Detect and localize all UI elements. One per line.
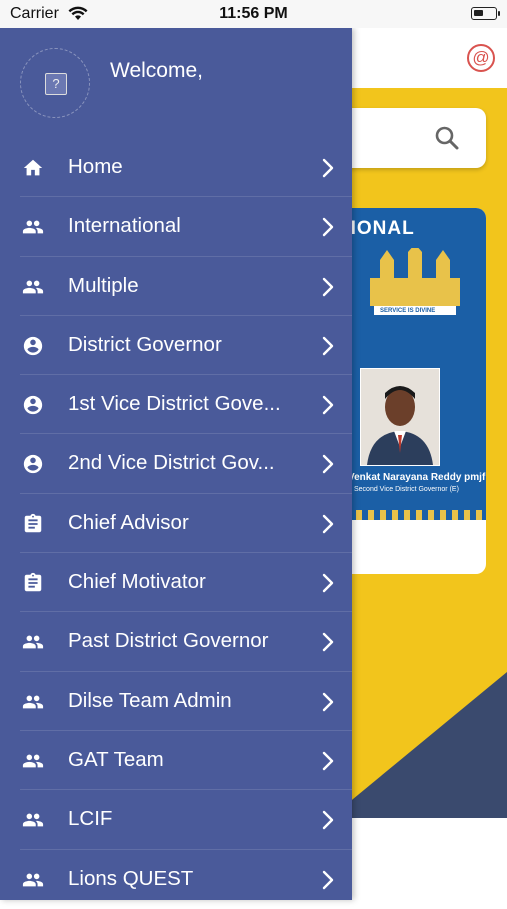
clock: 11:56 PM bbox=[219, 5, 288, 22]
drawer-header: ? Welcome, bbox=[0, 28, 352, 138]
menu-item-label: Multiple bbox=[68, 273, 139, 297]
avatar[interactable]: ? bbox=[20, 48, 90, 118]
chevron-right-icon bbox=[322, 454, 334, 479]
menu-item-label: LCIF bbox=[68, 807, 113, 831]
menu-item-chief-advisor[interactable]: Chief Advisor bbox=[0, 494, 352, 554]
menu-item-label: Chief Motivator bbox=[68, 570, 206, 594]
menu-item-label: International bbox=[68, 214, 181, 238]
account-circle-icon bbox=[22, 394, 44, 416]
status-bar: Carrier 11:56 PM bbox=[0, 0, 507, 28]
chevron-right-icon bbox=[322, 158, 334, 183]
account-circle-icon bbox=[22, 453, 44, 475]
drawer-menu: Home International Multiple District Govern… bbox=[0, 138, 352, 909]
navigation-drawer: ? Welcome, Home International Multiple Dist… bbox=[0, 28, 352, 909]
menu-item-gat-team[interactable]: GAT Team bbox=[0, 731, 352, 791]
person-photo bbox=[360, 368, 440, 466]
people-icon bbox=[22, 631, 44, 653]
menu-item-past-district-governor[interactable]: Past District Governor bbox=[0, 612, 352, 672]
chevron-right-icon bbox=[322, 217, 334, 242]
poster-person-name: Venkat Narayana Reddy pmjf bbox=[348, 472, 486, 483]
chevron-right-icon bbox=[322, 632, 334, 657]
clipboard-icon bbox=[22, 572, 44, 594]
people-icon bbox=[22, 869, 44, 891]
chevron-right-icon bbox=[322, 573, 334, 598]
menu-item-chief-motivator[interactable]: Chief Motivator bbox=[0, 553, 352, 613]
battery-icon bbox=[471, 7, 500, 20]
menu-item-label: 2nd Vice District Gov... bbox=[68, 451, 275, 475]
image-placeholder-icon: ? bbox=[45, 73, 67, 95]
chevron-right-icon bbox=[322, 692, 334, 717]
chevron-right-icon bbox=[322, 277, 334, 302]
chevron-right-icon bbox=[322, 395, 334, 420]
menu-item-home[interactable]: Home bbox=[0, 138, 352, 198]
menu-item-label: Past District Governor bbox=[68, 629, 269, 653]
people-icon bbox=[22, 216, 44, 238]
at-sign-icon[interactable]: @ bbox=[467, 44, 495, 72]
account-circle-icon bbox=[22, 335, 44, 357]
chevron-right-icon bbox=[322, 514, 334, 539]
chevron-right-icon bbox=[322, 870, 334, 895]
welcome-text: Welcome, bbox=[110, 59, 203, 82]
menu-item-multiple[interactable]: Multiple bbox=[0, 257, 352, 316]
menu-item-label: GAT Team bbox=[68, 747, 164, 771]
menu-item-label: District Governor bbox=[68, 332, 222, 356]
clipboard-icon bbox=[22, 513, 44, 535]
home-icon bbox=[22, 157, 44, 179]
chevron-right-icon bbox=[322, 751, 334, 776]
menu-item-label: Home bbox=[68, 155, 123, 178]
menu-item-dilse-team-admin[interactable]: Dilse Team Admin bbox=[0, 672, 352, 731]
menu-item-district-governor[interactable]: District Governor bbox=[0, 316, 352, 376]
people-icon bbox=[22, 691, 44, 713]
menu-item-label: Dilse Team Admin bbox=[68, 688, 232, 712]
chevron-right-icon bbox=[322, 336, 334, 361]
menu-item-label: Lions QUEST bbox=[68, 866, 194, 890]
menu-item-2nd-vice-district-gov[interactable]: 2nd Vice District Gov... bbox=[0, 434, 352, 494]
menu-item-lcif[interactable]: LCIF bbox=[0, 790, 352, 850]
chevron-right-icon bbox=[322, 810, 334, 835]
search-icon[interactable] bbox=[434, 125, 460, 156]
menu-item-label: Chief Advisor bbox=[68, 510, 189, 534]
people-icon bbox=[22, 276, 44, 298]
poster-person-role: Second Vice District Governor (E) bbox=[354, 486, 459, 493]
people-icon bbox=[22, 809, 44, 831]
menu-item-label: 1st Vice District Gove... bbox=[68, 392, 281, 416]
menu-item-international[interactable]: International bbox=[0, 197, 352, 257]
people-icon bbox=[22, 750, 44, 772]
menu-item-1st-vice-district-gove[interactable]: 1st Vice District Gove... bbox=[0, 375, 352, 435]
poster-tagline: SERVICE IS DIVINE bbox=[378, 308, 438, 314]
